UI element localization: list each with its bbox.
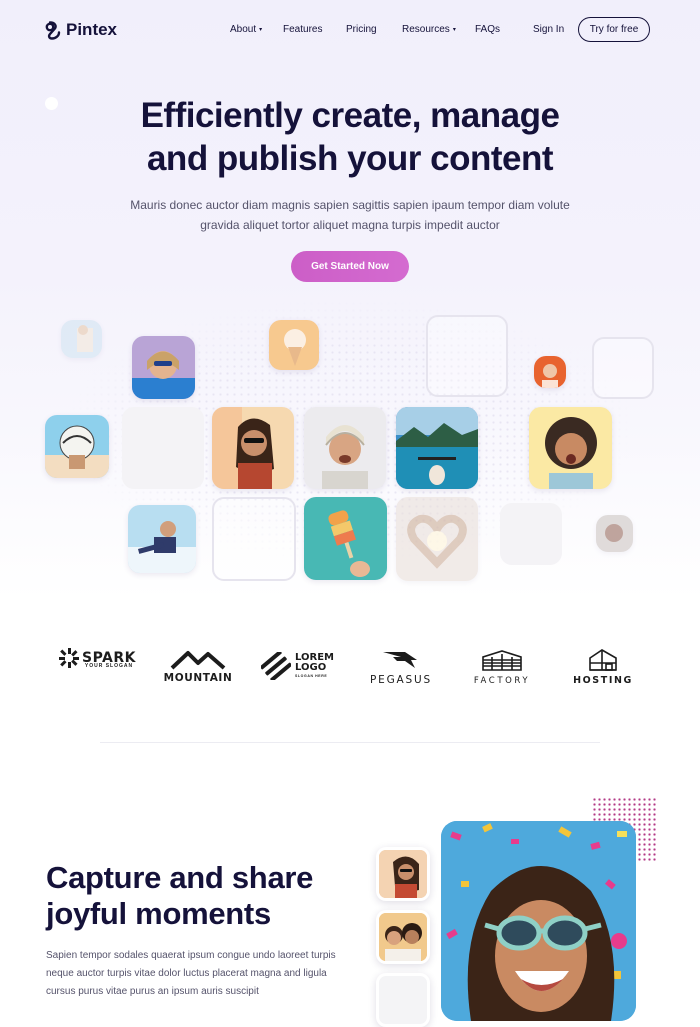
- pintex-logo-icon: [45, 20, 61, 40]
- photo-tile-sunglasses-woman: [212, 407, 294, 489]
- thumbnail-photo-1[interactable]: [376, 847, 430, 901]
- section-divider: [100, 742, 600, 743]
- photo-tile-snow-selfie: [128, 505, 196, 573]
- hero-title-line1: Efficiently create, manage: [140, 96, 560, 135]
- factory-logo-icon: [482, 650, 522, 671]
- nav-about-label: About: [230, 24, 257, 35]
- pegasus-logo-icon: [383, 652, 417, 668]
- thumbnail-photo-2[interactable]: [376, 910, 430, 964]
- photo-tile-curly-hair-woman: [529, 407, 612, 489]
- nav-faqs-label: FAQs: [475, 24, 501, 35]
- photo-tile-heart-hands: [396, 497, 478, 581]
- photo-tile-helmet-man: [304, 407, 386, 489]
- logo-hosting-name: HOSTING: [573, 675, 633, 686]
- empty-tile: [212, 497, 296, 581]
- placeholder-tile: [122, 407, 204, 489]
- logo-lorem-line2: LOGO: [295, 662, 327, 673]
- hero-title-line2: and publish your content: [146, 139, 554, 178]
- photo-tile-portrait: [534, 356, 566, 388]
- logo-spark-tagline: YOUR SLOGAN: [84, 663, 134, 669]
- try-for-free-label: Try for free: [589, 24, 639, 35]
- empty-tile: [592, 337, 654, 399]
- brand-logo[interactable]: Pintex: [45, 20, 117, 40]
- chevron-down-icon: ▾: [259, 27, 263, 33]
- brand-name: Pintex: [66, 20, 118, 39]
- sign-in-label: Sign In: [533, 24, 565, 35]
- photo-tile-beach-hat: [45, 415, 109, 478]
- logo-lorem: LOREM LOGO SLOGAN HERE: [261, 652, 341, 680]
- nav-faqs[interactable]: FAQs: [475, 24, 500, 35]
- photo-tile-kayak-lake: [396, 407, 478, 489]
- spark-logo-icon: [58, 648, 79, 668]
- logo-factory: FACTORY: [465, 648, 539, 686]
- lorem-logo-icon: [261, 652, 291, 680]
- thumbnail-photo-3[interactable]: [376, 973, 430, 1027]
- logo-mountain: MOUNTAIN: [162, 650, 234, 684]
- photo-tile: [596, 515, 633, 552]
- mountain-logo-icon: [170, 651, 226, 670]
- section-body: Sapien tempor sodales quaerat ipsum cong…: [46, 950, 336, 997]
- photo-tile-icecream: [269, 320, 319, 370]
- logo-hosting: HOSTING: [570, 648, 636, 686]
- nav-features-label: Features: [283, 24, 323, 35]
- nav-features[interactable]: Features: [283, 24, 322, 35]
- photo-tile-smiling-woman: [132, 336, 195, 399]
- chevron-down-icon: ▾: [452, 27, 456, 33]
- get-started-label: Get Started Now: [311, 261, 389, 272]
- get-started-button[interactable]: Get Started Now: [291, 251, 409, 282]
- top-navigation: Pintex About ▾ Features Pricing Resource…: [0, 0, 700, 60]
- section-title-line1: Capture and share: [46, 860, 314, 895]
- section-title-line2: joyful moments: [46, 896, 271, 931]
- nav-about[interactable]: About ▾: [230, 24, 262, 35]
- hero-title: Efficiently create, manage and publish y…: [0, 94, 700, 180]
- hero-photo-laughing-woman: [441, 821, 636, 1021]
- nav-resources[interactable]: Resources ▾: [402, 24, 456, 35]
- hosting-logo-icon: [589, 649, 617, 671]
- photo-tile-popsicle: [304, 497, 387, 580]
- empty-tile: [426, 315, 508, 397]
- sign-in-link[interactable]: Sign In: [533, 24, 564, 35]
- section-title: Capture and share joyful moments: [46, 860, 366, 932]
- logo-mountain-name: MOUNTAIN: [163, 672, 233, 684]
- logo-factory-name: FACTORY: [473, 676, 531, 686]
- logo-pegasus-name: PEGASUS: [370, 674, 432, 686]
- logo-pegasus: PEGASUS: [365, 648, 437, 686]
- nav-resources-label: Resources: [402, 24, 450, 35]
- try-for-free-button[interactable]: Try for free: [578, 17, 650, 42]
- nav-pricing-label: Pricing: [346, 24, 377, 35]
- placeholder-tile: [500, 503, 562, 565]
- nav-pricing[interactable]: Pricing: [346, 24, 377, 35]
- logo-spark: SPARK YOUR SLOGAN: [58, 647, 136, 669]
- hero-subtitle: Mauris donec auctor diam magnis sapien s…: [130, 198, 570, 232]
- photo-tile: [61, 320, 102, 358]
- logo-lorem-tagline: SLOGAN HERE: [295, 674, 328, 678]
